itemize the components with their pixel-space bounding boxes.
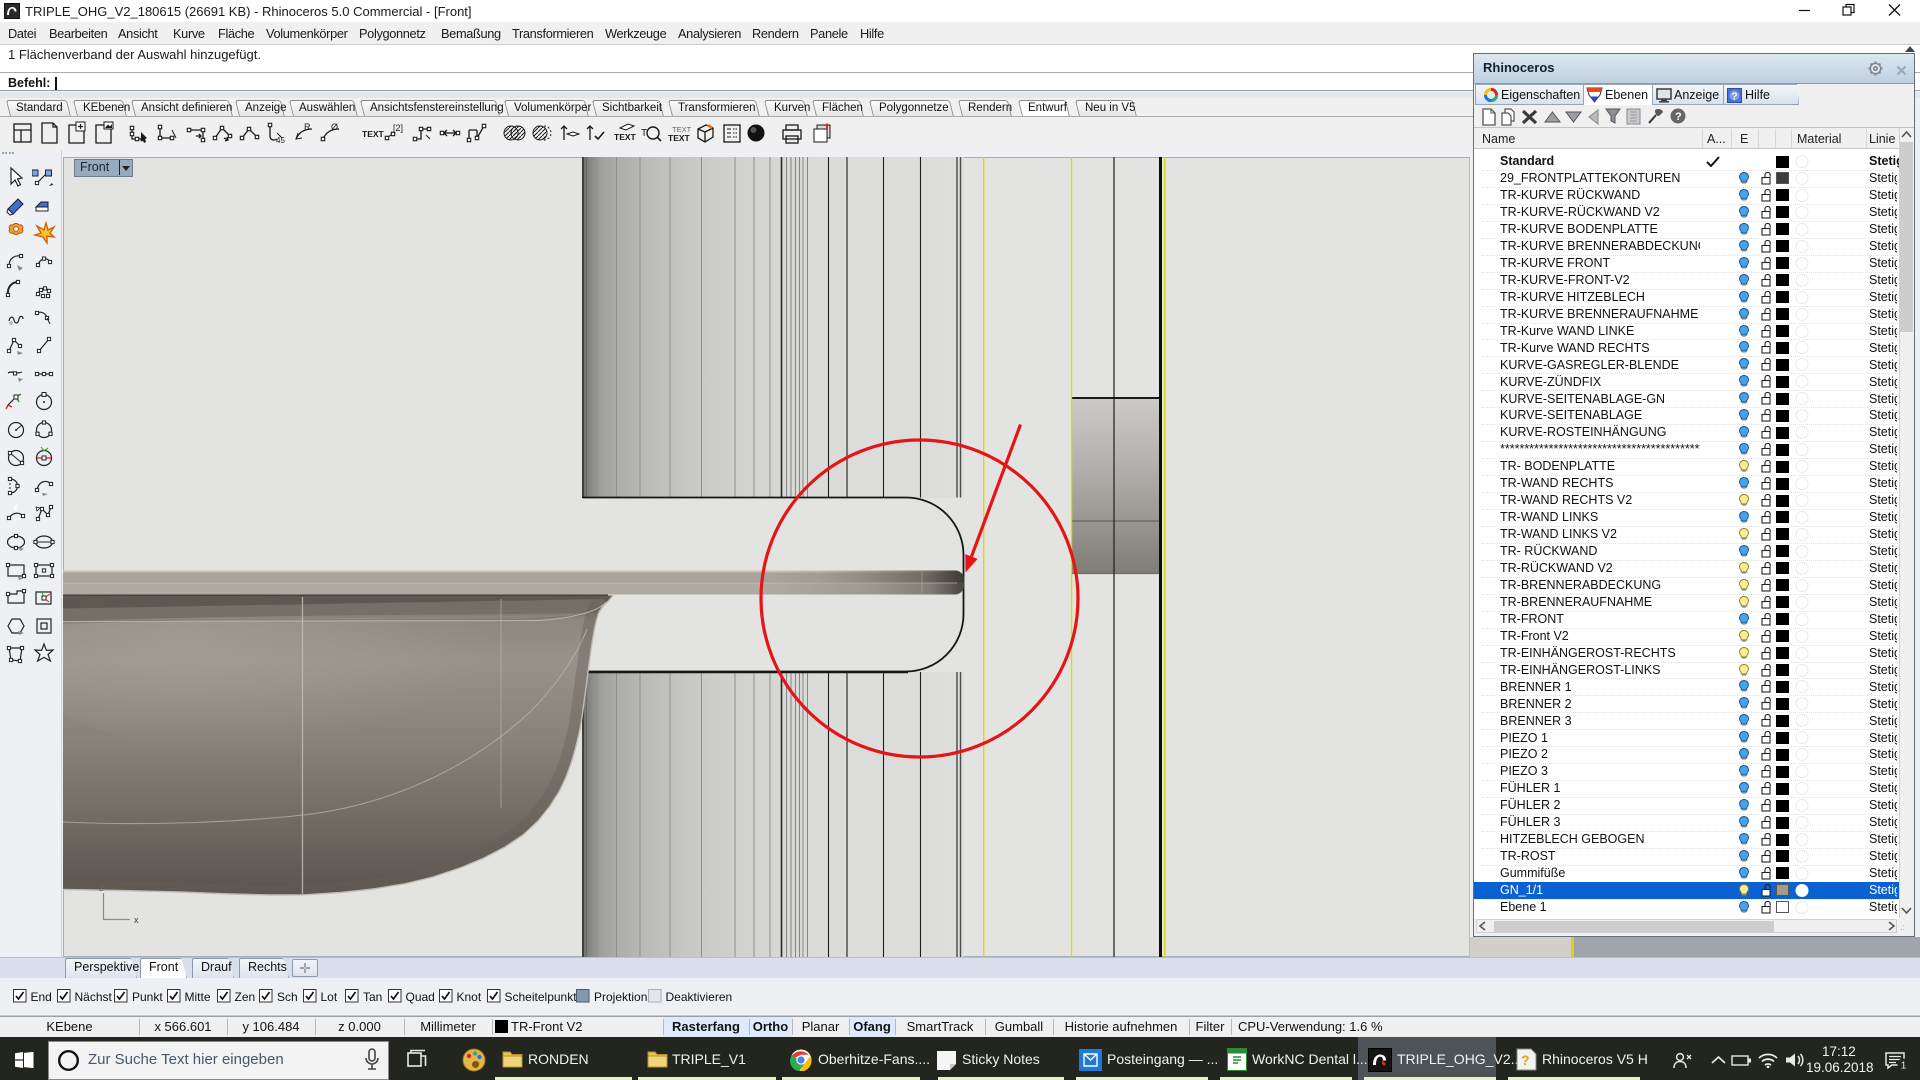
svg-text:[2]: [2] <box>393 123 403 133</box>
svg-text:TEXT: TEXT <box>668 133 691 143</box>
svg-text:TEXT: TEXT <box>614 132 637 142</box>
svg-text:Ø: Ø <box>331 122 338 132</box>
svg-text:?: ? <box>1521 1052 1530 1068</box>
svg-text:x: x <box>134 915 139 925</box>
svg-text:?: ? <box>1675 111 1682 123</box>
svg-text:T: T <box>641 128 647 139</box>
svg-text:?: ? <box>1732 92 1738 103</box>
svg-text:1: 1 <box>1901 1060 1907 1070</box>
svg-text:R: R <box>304 122 311 132</box>
svg-text:TEXT: TEXT <box>362 129 384 139</box>
svg-text:z: z <box>99 883 104 893</box>
